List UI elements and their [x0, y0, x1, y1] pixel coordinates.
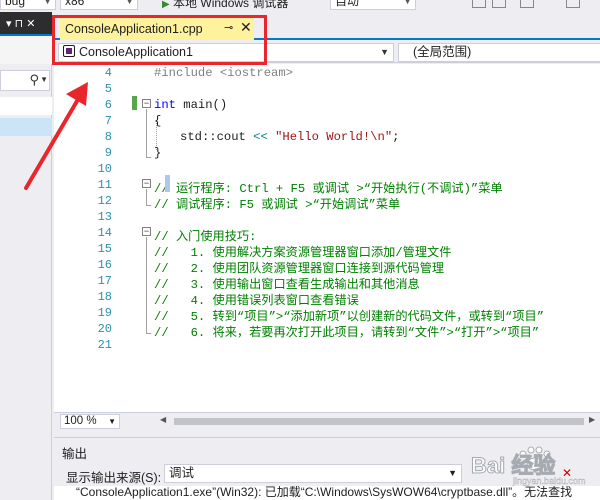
line-number: 9: [104, 146, 112, 160]
configuration-value: bug: [5, 0, 26, 8]
toolbar-tool-icon-2[interactable]: [492, 0, 506, 8]
line-number: 13: [97, 210, 112, 224]
scope-value: (全局范围): [413, 45, 472, 59]
output-source-value: 调试: [169, 466, 195, 480]
platform-value: x86: [65, 0, 85, 8]
change-indicator: [132, 96, 137, 110]
editor-status-bar: 100 % ▼ ◀ ▶: [54, 412, 600, 429]
line-number: 20: [97, 322, 112, 336]
code-editor[interactable]: #include <iostream>int main(){std::cout …: [54, 64, 600, 412]
scroll-right-icon[interactable]: ▶: [589, 415, 595, 424]
horizontal-scrollbar[interactable]: [174, 418, 584, 425]
toolbar-tool-icon-3[interactable]: [520, 0, 534, 8]
solution-explorer-toolbar: [0, 36, 52, 64]
chevron-down-icon: ▼: [448, 468, 457, 478]
collapse-icon[interactable]: −: [142, 227, 151, 236]
configuration-select[interactable]: bug ▼: [0, 0, 56, 10]
line-number: 4: [104, 66, 112, 80]
text-cursor: [165, 175, 170, 192]
chevron-down-icon: ▼: [125, 0, 134, 6]
run-mode-select[interactable]: 自动 ▼: [330, 0, 416, 10]
play-icon: ▶: [162, 0, 170, 10]
dropdown-icon[interactable]: ▾: [6, 18, 12, 30]
fold-line: [146, 237, 147, 333]
line-number: 11: [97, 178, 112, 192]
chevron-down-icon: ▼: [108, 417, 116, 426]
fold-line: [146, 109, 147, 157]
search-icon[interactable]: ⚲: [29, 72, 39, 88]
line-number: 16: [97, 258, 112, 272]
collapse-icon[interactable]: −: [142, 179, 151, 188]
toolbar-tool-icon[interactable]: [472, 0, 486, 8]
line-number: 5: [104, 82, 112, 96]
line-number: 15: [97, 242, 112, 256]
collapse-icon[interactable]: −: [142, 99, 151, 108]
watermark-subtext: jingyan.baidu.com: [513, 476, 586, 486]
scope-select[interactable]: (全局范围): [398, 43, 600, 62]
chevron-down-icon: ▼: [403, 0, 412, 6]
toolbar-tool-icon-4[interactable]: [566, 0, 580, 8]
chevron-down-icon[interactable]: ▼: [40, 75, 48, 84]
fold-line: [146, 189, 147, 205]
line-number: 7: [104, 114, 112, 128]
run-debugger-button[interactable]: ▶ 本地 Windows 调试器: [162, 0, 288, 11]
code-line[interactable]: {: [154, 114, 161, 128]
run-debugger-label: 本地 Windows 调试器: [173, 0, 289, 10]
fold-end: [146, 157, 151, 158]
zoom-value: 100 %: [64, 415, 97, 427]
zoom-select[interactable]: 100 % ▼: [60, 414, 120, 429]
tree-item[interactable]: [0, 97, 52, 115]
line-number: 14: [97, 226, 112, 240]
run-mode-value: 自动: [335, 0, 360, 8]
line-number: 21: [97, 338, 112, 352]
main-toolbar: bug ▼ x86 ▼ ▶ 本地 Windows 调试器 自动 ▼: [0, 0, 600, 12]
solution-explorer-header: ▾ ⊓ ✕: [0, 12, 52, 36]
scroll-left-icon[interactable]: ◀: [160, 415, 166, 424]
fold-end: [146, 333, 151, 334]
code-line[interactable]: }: [154, 146, 161, 160]
fold-end: [146, 205, 151, 206]
line-number: 6: [104, 98, 112, 112]
line-number: 19: [97, 306, 112, 320]
line-number: 17: [97, 274, 112, 288]
solution-explorer-search[interactable]: ⚲ ▼: [0, 70, 50, 91]
code-line[interactable]: #include <iostream>: [154, 66, 293, 80]
code-line[interactable]: std::cout << "Hello World!\n";: [180, 130, 399, 144]
annotation-highlight-box: [52, 15, 267, 65]
line-number: 18: [97, 290, 112, 304]
output-source-select[interactable]: 调试 ▼: [164, 464, 462, 483]
code-line[interactable]: // 调试程序: F5 或调试 >“开始调试”菜单: [154, 194, 400, 212]
chevron-down-icon: ▼: [380, 47, 389, 57]
output-panel-title: 输出: [62, 447, 88, 461]
baidu-watermark: Bai 经验 jingyan.baidu.com: [465, 440, 600, 490]
output-source-label: 显示输出来源(S):: [66, 471, 162, 485]
code-line[interactable]: int main(): [154, 98, 227, 112]
pin-icon[interactable]: ⊓: [15, 18, 24, 30]
line-number: 12: [97, 194, 112, 208]
line-number: 8: [104, 130, 112, 144]
tree-item-selected[interactable]: [0, 118, 52, 136]
platform-select[interactable]: x86 ▼: [60, 0, 138, 10]
close-icon[interactable]: ✕: [26, 18, 35, 30]
chevron-down-icon: ▼: [43, 0, 52, 6]
line-number: 10: [97, 162, 112, 176]
code-line[interactable]: // 6. 将来，若要再次打开此项目，请转到“文件”>“打开”>“项目”: [154, 322, 539, 340]
